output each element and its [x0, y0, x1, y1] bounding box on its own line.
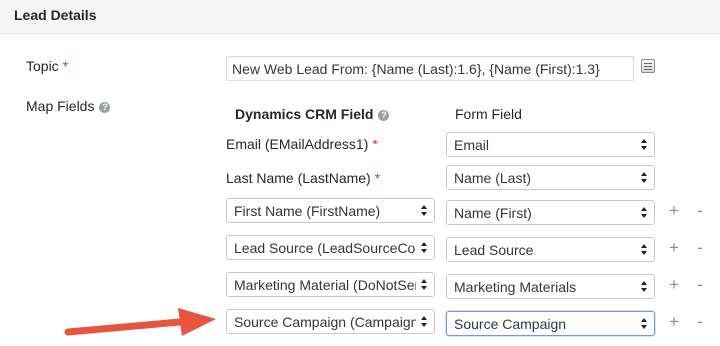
form-field-select[interactable]: Name (First) — [446, 200, 655, 225]
form-field-header: Form Field — [455, 106, 522, 122]
select-arrows-icon — [641, 206, 648, 219]
annotation-arrow-icon — [64, 308, 216, 336]
crm-field-select-value: Source Campaign (CampaignId) — [234, 314, 416, 330]
map-fields-label-text: Map Fields — [26, 98, 95, 114]
crm-field-select-value: Lead Source (LeadSourceCode) — [234, 240, 416, 256]
section-title: Lead Details — [14, 7, 97, 23]
add-row-button[interactable]: + — [668, 276, 680, 293]
crm-field-select[interactable]: Source Campaign (CampaignId) — [226, 309, 435, 334]
select-arrows-icon — [421, 278, 428, 291]
map-fields-label: Map Fields? — [26, 98, 111, 114]
add-row-button[interactable]: + — [668, 202, 680, 219]
remove-row-button[interactable]: - — [694, 313, 706, 330]
topic-label: Topic * — [26, 58, 68, 74]
add-row-button[interactable]: + — [668, 239, 680, 256]
select-arrows-icon — [641, 243, 648, 256]
crm-field-label: Email (EMailAddress1) * — [226, 136, 378, 152]
remove-row-button[interactable]: - — [694, 276, 706, 293]
select-arrows-icon — [641, 171, 648, 184]
required-marker: * — [374, 170, 381, 186]
topic-input[interactable] — [226, 56, 634, 81]
select-arrows-icon — [421, 315, 428, 328]
form-field-select-value: Email — [454, 137, 490, 153]
crm-field-label-text: Last Name (LastName) — [226, 170, 371, 186]
remove-row-button[interactable]: - — [694, 239, 706, 256]
add-row-button[interactable]: + — [668, 313, 680, 330]
required-marker: * — [62, 58, 69, 74]
form-field-select-value: Marketing Materials — [454, 279, 577, 295]
crm-field-header-text: Dynamics CRM Field — [235, 106, 374, 122]
select-arrows-icon — [641, 138, 648, 151]
crm-field-label-text: Email (EMailAddress1) — [226, 136, 369, 152]
form-field-select[interactable]: Marketing Materials — [446, 274, 655, 299]
crm-field-select[interactable]: First Name (FirstName) — [226, 198, 435, 223]
merge-tag-icon[interactable] — [641, 59, 655, 73]
crm-field-header: Dynamics CRM Field? — [235, 106, 390, 122]
crm-field-select[interactable]: Marketing Material (DoNotSendMM) — [226, 272, 435, 297]
form-field-select-value: Lead Source — [454, 242, 534, 258]
select-arrows-icon — [421, 241, 428, 254]
select-arrows-icon — [641, 280, 648, 293]
select-arrows-icon — [421, 204, 428, 217]
select-arrows-icon — [641, 317, 648, 330]
remove-row-button[interactable]: - — [694, 202, 706, 219]
help-icon[interactable]: ? — [99, 102, 111, 113]
form-field-select[interactable]: Email — [446, 132, 655, 157]
crm-field-label: Last Name (LastName) * — [226, 170, 380, 186]
form-field-select-value: Source Campaign — [454, 316, 567, 332]
form-field-select[interactable]: Name (Last) — [446, 165, 655, 190]
help-icon[interactable]: ? — [378, 110, 390, 121]
crm-field-select-value: Marketing Material (DoNotSendMM) — [234, 277, 416, 293]
required-marker: * — [372, 136, 378, 152]
crm-field-select-value: First Name (FirstName) — [234, 203, 381, 219]
form-field-select[interactable]: Lead Source — [446, 237, 655, 262]
crm-field-select[interactable]: Lead Source (LeadSourceCode) — [226, 235, 435, 260]
form-field-select-value: Name (First) — [454, 205, 532, 221]
topic-label-text: Topic — [26, 58, 59, 74]
section-header: Lead Details — [0, 0, 720, 34]
form-field-select[interactable]: Source Campaign — [446, 311, 655, 336]
form-field-select-value: Name (Last) — [454, 170, 532, 186]
